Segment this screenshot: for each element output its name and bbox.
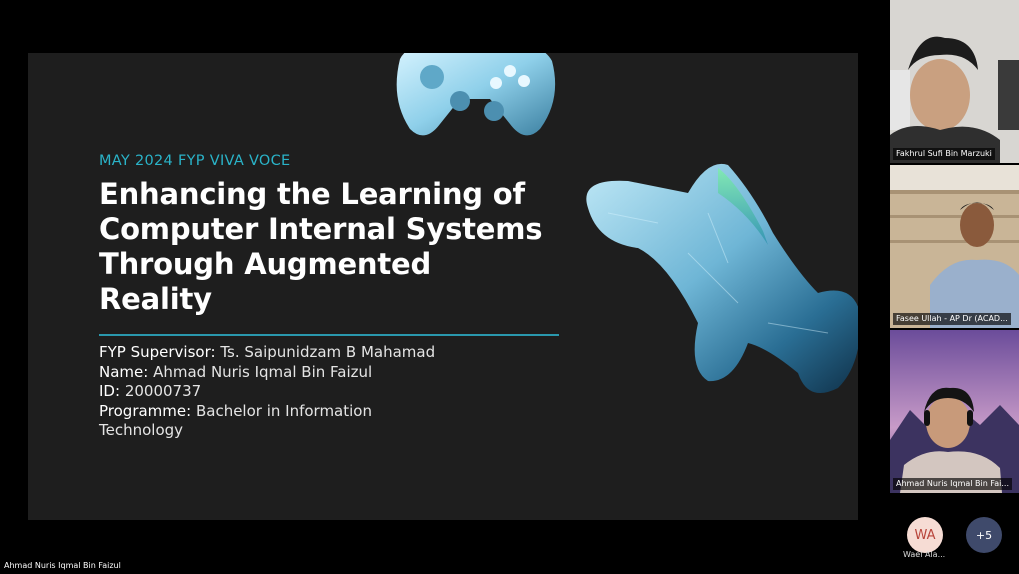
slide-title-line: Enhancing the Learning of [99,177,525,211]
detail-row-programme: Programme: Bachelor in Information [99,401,372,420]
detail-row-supervisor: FYP Supervisor: Ts. Saipunidzam B Mahama… [99,343,436,361]
participant-video [890,0,1019,163]
participant-video [890,330,1019,493]
slide-title-line: Reality [99,282,212,316]
shared-screen-slide: MAY 2024 FYP VIVA VOCE Enhancing the Lea… [28,53,858,520]
crystal-bone-graphic [586,163,858,393]
participant-name: Ahmad Nuris Iqmal Bin Fai... [893,478,1012,490]
slide-title-block: MAY 2024 FYP VIVA VOCE Enhancing the Lea… [99,153,569,317]
participant-name: Fasee Ullah - AP Dr (ACAD... [893,313,1011,325]
detail-row-programme-cont: Technology [99,421,184,439]
detail-row-id: ID: 20000737 [99,382,202,400]
participant-tile[interactable]: Fasee Ullah - AP Dr (ACAD... [890,165,1019,328]
participant-avatar[interactable]: WA [907,517,943,553]
participant-name: Fakhrul Sufi Bin Marzuki [893,148,995,160]
slide-divider [99,334,559,336]
participant-video [890,165,1019,328]
participant-tile[interactable]: Fakhrul Sufi Bin Marzuki [890,0,1019,163]
slide-title: Enhancing the Learning of Computer Inter… [99,177,569,317]
participant-avatar-name: Wael Ala... [903,550,946,559]
presenter-name: Ahmad Nuris Iqmal Bin Faizul [4,561,121,570]
more-participants-button[interactable]: +5 [966,517,1002,553]
slide-title-line: Through Augmented [99,247,432,281]
slide-kicker: MAY 2024 FYP VIVA VOCE [99,153,291,169]
slide-details: FYP Supervisor: Ts. Saipunidzam B Mahama… [99,343,479,441]
detail-row-name: Name: Ahmad Nuris Iqmal Bin Faizul [99,362,373,381]
participant-tile[interactable]: Ahmad Nuris Iqmal Bin Fai... [890,330,1019,493]
gamepad-graphic [396,53,556,136]
slide-title-line: Computer Internal Systems [99,212,543,246]
